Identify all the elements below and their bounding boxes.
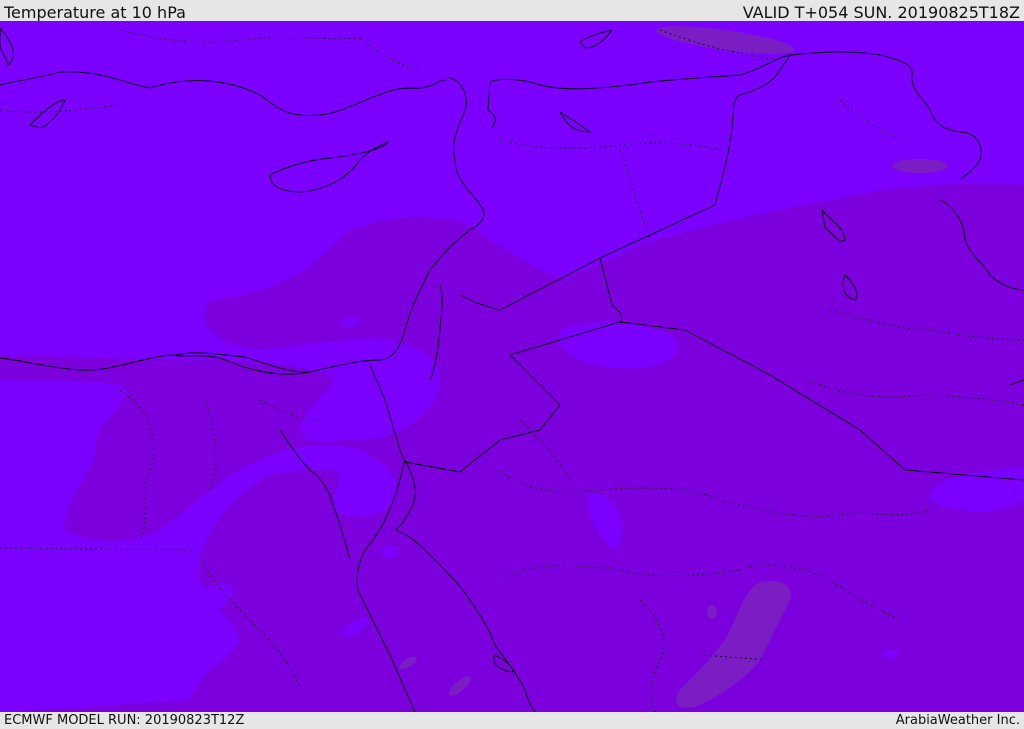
valid-time: VALID T+054 SUN. 20190825T18Z — [742, 3, 1020, 22]
header-bar: Temperature at 10 hPa VALID T+054 SUN. 2… — [0, 0, 1024, 22]
weather-map[interactable] — [0, 21, 1024, 712]
coldest-pocket-iran — [892, 159, 948, 173]
map-title: Temperature at 10 hPa — [4, 3, 186, 22]
warm-pocket-sinai — [382, 546, 398, 558]
warm-pocket-small — [342, 317, 358, 327]
credit-text: ArabiaWeather Inc. — [895, 713, 1020, 728]
model-run: ECMWF MODEL RUN: 20190823T12Z — [4, 713, 245, 728]
map-canvas — [0, 21, 1024, 712]
warm-pocket-yemen — [882, 650, 898, 658]
coldest-pocket-yemen — [707, 605, 717, 619]
footer-bar: ECMWF MODEL RUN: 20190823T12Z ArabiaWeat… — [0, 712, 1024, 729]
